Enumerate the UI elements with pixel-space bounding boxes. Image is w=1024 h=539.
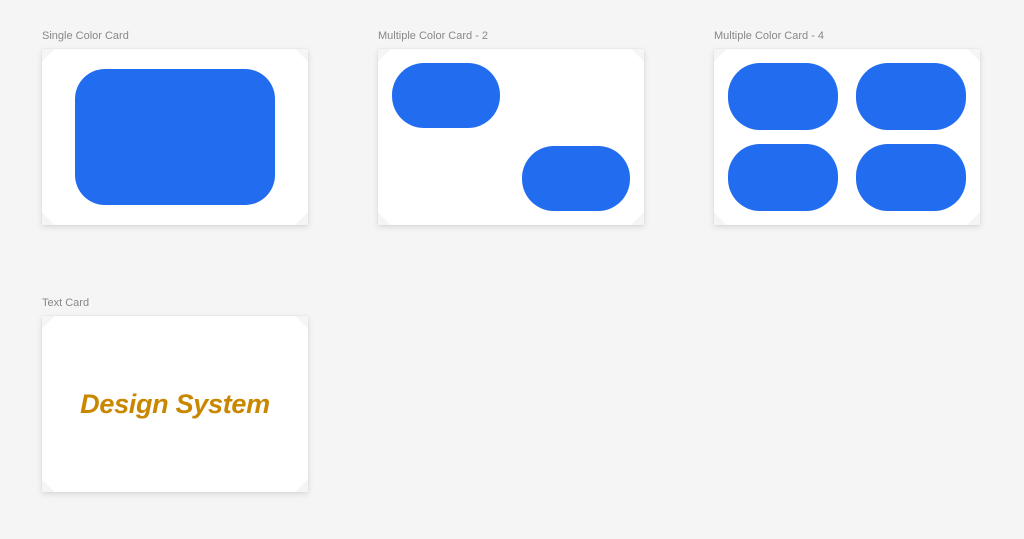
text-card-item: Text Card Design System [42,297,308,492]
color-swatch [728,63,838,130]
multiple-color-card-4[interactable] [714,49,980,225]
single-color-card[interactable] [42,49,308,225]
single-color-card-item: Single Color Card [42,30,308,225]
color-swatch [392,63,500,128]
color-swatch [728,144,838,211]
color-swatch [856,144,966,211]
multiple-color-card-4-item: Multiple Color Card - 4 [714,30,980,225]
color-swatch [522,146,630,211]
card-label: Multiple Color Card - 4 [714,30,980,42]
card-label: Multiple Color Card - 2 [378,30,644,42]
multiple-color-card-2[interactable] [378,49,644,225]
color-swatch [75,69,275,205]
text-card-content: Design System [80,389,270,420]
card-label: Text Card [42,297,308,309]
card-label: Single Color Card [42,30,308,42]
swatch-container [714,49,980,225]
multiple-color-card-2-item: Multiple Color Card - 2 [378,30,644,225]
color-swatch [856,63,966,130]
swatch-container [378,49,644,225]
text-card[interactable]: Design System [42,316,308,492]
card-grid: Single Color Card Multiple Color Card - … [42,30,982,492]
